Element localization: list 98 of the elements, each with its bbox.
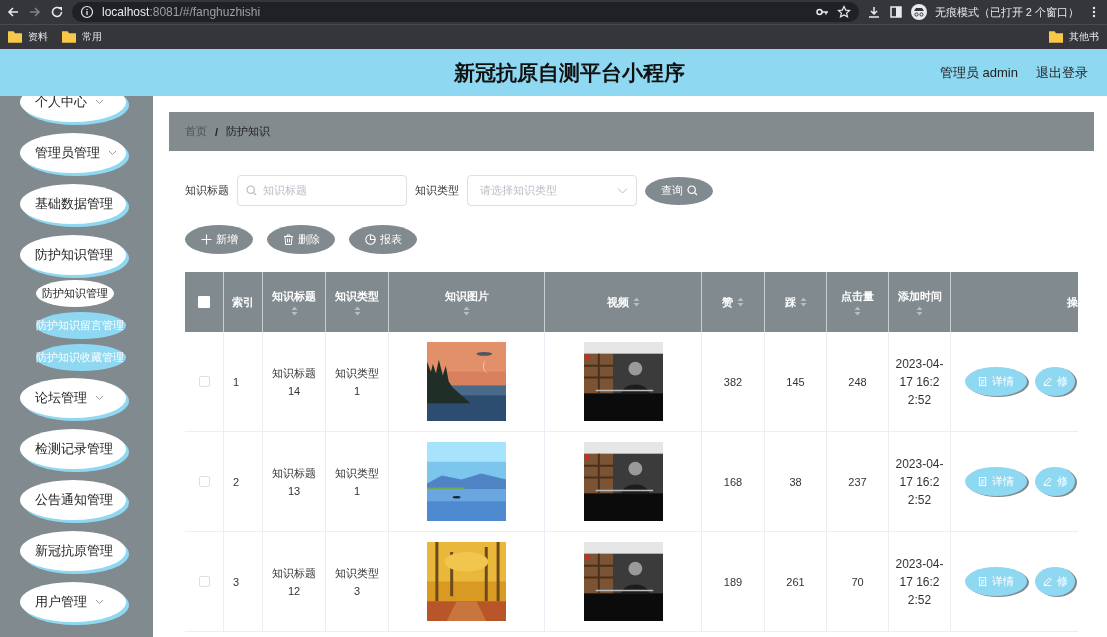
table-cell: 2023-04-17 16:22:52: [889, 332, 951, 432]
submenu-item[interactable]: 防护知识管理: [36, 280, 114, 307]
column-header: 操: [951, 272, 1078, 332]
column-header[interactable]: 赞: [702, 272, 765, 332]
url-text: localhost:8081/#/fanghuzhishi: [102, 5, 262, 19]
action-button[interactable]: 删除: [267, 225, 335, 254]
bookmark-item[interactable]: 其他书: [1049, 30, 1099, 44]
sort-icon[interactable]: [854, 305, 861, 316]
incognito-icon[interactable]: [910, 4, 927, 20]
select-all-checkbox[interactable]: [198, 296, 210, 308]
table-cell: 2023-04-17 16:22:52: [889, 532, 951, 632]
field-label: 知识标题: [185, 183, 229, 198]
row-checkbox[interactable]: [198, 476, 210, 487]
table-cell: 168: [702, 432, 765, 532]
folder-icon: [1049, 30, 1063, 44]
caret-icon: [95, 599, 104, 605]
back-icon[interactable]: [6, 5, 20, 19]
sort-icon[interactable]: [632, 297, 640, 307]
field-label: 知识类型: [415, 183, 459, 198]
pencil-icon: [1042, 476, 1053, 487]
sort-icon[interactable]: [916, 305, 923, 316]
table-cell: 2023-04-17 16:22:52: [889, 432, 951, 532]
sidebar-item[interactable]: 新冠抗原管理: [20, 531, 126, 571]
column-header[interactable]: 踩: [765, 272, 827, 332]
sidebar-item[interactable]: 检测记录管理: [20, 429, 126, 469]
table-cell: 知识类型3: [326, 532, 389, 632]
row-checkbox[interactable]: [198, 376, 210, 387]
star-icon[interactable]: [836, 5, 851, 19]
select-field[interactable]: 请选择知识类型: [467, 175, 637, 206]
sort-icon[interactable]: [353, 305, 361, 316]
row-checkbox[interactable]: [198, 576, 210, 587]
table-cell: 知识标题12: [263, 532, 326, 632]
plus-icon: [200, 234, 212, 245]
column-header[interactable]: 添加时间: [889, 272, 951, 332]
pie-chart-icon: [364, 234, 376, 245]
table-cell: 248: [827, 332, 889, 432]
table-cell: 237: [827, 432, 889, 532]
bookmark-item[interactable]: 资料: [8, 30, 48, 44]
pencil-icon: [1042, 576, 1053, 587]
table-cell: 38: [765, 432, 827, 532]
table-cell: 知识类型1: [326, 432, 389, 532]
folder-icon: [8, 30, 22, 44]
search-button[interactable]: 查询: [645, 176, 713, 205]
caret-icon: [617, 185, 628, 196]
table-cell: 261: [765, 532, 827, 632]
caret-icon: [108, 150, 117, 156]
sidebar-item[interactable]: 公告通知管理: [20, 480, 126, 520]
info-icon[interactable]: [80, 5, 94, 19]
search-icon: [246, 185, 257, 196]
breadcrumb-separator: /: [215, 125, 219, 138]
sidebar-item[interactable]: 管理员管理: [20, 133, 126, 173]
logout-link[interactable]: 退出登录: [1036, 63, 1088, 82]
column-header[interactable]: 视频: [545, 272, 702, 332]
table-cell: 知识标题13: [263, 432, 326, 532]
app-title: 新冠抗原自测平台小程序: [453, 59, 687, 86]
forward-icon[interactable]: [28, 5, 42, 19]
table-cell: 知识标题14: [263, 332, 326, 432]
sort-icon[interactable]: [290, 305, 298, 316]
table-cell: 189: [702, 532, 765, 632]
breadcrumb-item: 防护知识: [226, 124, 271, 139]
table-cell: 145: [765, 332, 827, 432]
action-button[interactable]: 报表: [349, 225, 417, 254]
column-header[interactable]: 知识标题: [263, 272, 326, 332]
document-icon: [978, 576, 988, 587]
column-header[interactable]: 知识图片: [389, 272, 545, 332]
caret-icon: [95, 99, 104, 105]
sort-icon[interactable]: [799, 297, 807, 307]
action-button[interactable]: 新增: [185, 225, 253, 254]
document-icon: [978, 476, 988, 487]
table-cell: 382: [702, 332, 765, 432]
caret-icon: [95, 395, 104, 401]
column-header[interactable]: 点击量: [827, 272, 889, 332]
table-cell: 2: [224, 432, 263, 532]
download-icon[interactable]: [866, 5, 881, 19]
sidebar-item[interactable]: 论坛管理: [20, 378, 126, 418]
table-cell: 知识类型1: [326, 332, 389, 432]
table-cell: 70: [827, 532, 889, 632]
column-header: 索引: [224, 272, 263, 332]
address-bar[interactable]: localhost:8081/#/fanghuzhishi: [72, 2, 859, 22]
incognito-label: 无痕模式（已打开 2 个窗口）: [934, 4, 1079, 20]
sidebar-item[interactable]: 基础数据管理: [20, 184, 126, 224]
column-header[interactable]: 知识类型: [326, 272, 389, 332]
trash-icon: [282, 234, 294, 245]
document-icon: [978, 376, 988, 387]
search-icon: [686, 185, 698, 196]
table-cell: 1: [224, 332, 263, 432]
sidebar-item[interactable]: 防护知识管理: [20, 235, 126, 275]
folder-icon: [62, 30, 76, 44]
side-panel-icon[interactable]: [888, 5, 903, 19]
table-cell: 3: [224, 532, 263, 632]
pencil-icon: [1042, 376, 1053, 387]
reload-icon[interactable]: [50, 5, 64, 19]
user-label: 管理员 admin: [939, 63, 1018, 82]
bookmark-item[interactable]: 常用: [62, 30, 102, 44]
sort-icon[interactable]: [737, 297, 744, 307]
sort-icon[interactable]: [463, 305, 470, 316]
sidebar-item[interactable]: 用户管理: [20, 582, 126, 622]
search-field[interactable]: 知识标题: [237, 175, 407, 206]
